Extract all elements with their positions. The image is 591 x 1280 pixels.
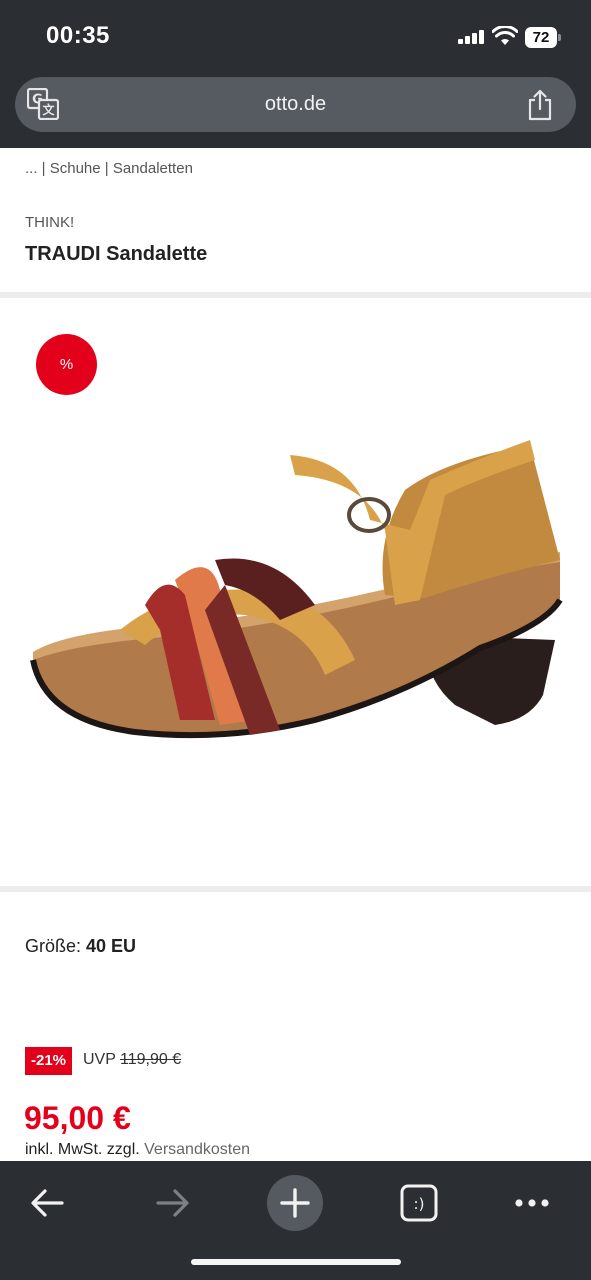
section-divider bbox=[0, 886, 591, 892]
sale-badge: % bbox=[36, 334, 97, 395]
product-title: TRAUDI Sandalette bbox=[25, 243, 208, 265]
battery-icon: 72 bbox=[525, 27, 561, 48]
size-label: Größe: bbox=[25, 936, 82, 956]
new-tab-button[interactable] bbox=[267, 1175, 323, 1231]
url-text[interactable]: otto.de bbox=[15, 77, 576, 132]
size-value[interactable]: 40 EU bbox=[86, 936, 136, 956]
svg-text::): :) bbox=[414, 1195, 425, 1213]
breadcrumb[interactable]: ... | Schuhe | Sandaletten bbox=[25, 160, 193, 177]
plus-icon bbox=[280, 1188, 310, 1218]
forward-arrow-icon[interactable] bbox=[144, 1175, 200, 1231]
cellular-signal-icon bbox=[458, 30, 486, 44]
home-indicator bbox=[191, 1259, 401, 1265]
current-price: 95,00 € bbox=[24, 1100, 131, 1136]
vat-text: inkl. MwSt. zzgl. bbox=[25, 1141, 140, 1158]
uvp-label: UVP bbox=[83, 1051, 116, 1068]
address-bar[interactable]: G 文 otto.de bbox=[15, 77, 576, 132]
vat-info: inkl. MwSt. zzgl. Versandkosten bbox=[25, 1141, 250, 1159]
tabs-icon[interactable]: :) bbox=[391, 1175, 447, 1231]
sandal-product-image[interactable] bbox=[25, 420, 570, 760]
more-icon[interactable] bbox=[504, 1175, 560, 1231]
battery-percentage: 72 bbox=[532, 29, 550, 46]
discount-badge: -21% bbox=[25, 1047, 73, 1075]
shipping-costs-link[interactable]: Versandkosten bbox=[144, 1141, 250, 1158]
size-selector[interactable]: Größe: 40 EU bbox=[25, 936, 136, 957]
back-arrow-icon[interactable] bbox=[20, 1175, 76, 1231]
brand-name[interactable]: THINK! bbox=[25, 214, 74, 231]
original-price: 119,90 € bbox=[120, 1051, 182, 1068]
share-icon[interactable] bbox=[525, 89, 555, 121]
wifi-icon bbox=[492, 26, 518, 45]
browser-top-bar: 00:35 72 G 文 otto.de bbox=[0, 0, 591, 148]
status-time: 00:35 bbox=[46, 22, 110, 49]
browser-bottom-toolbar: :) bbox=[0, 1161, 591, 1280]
